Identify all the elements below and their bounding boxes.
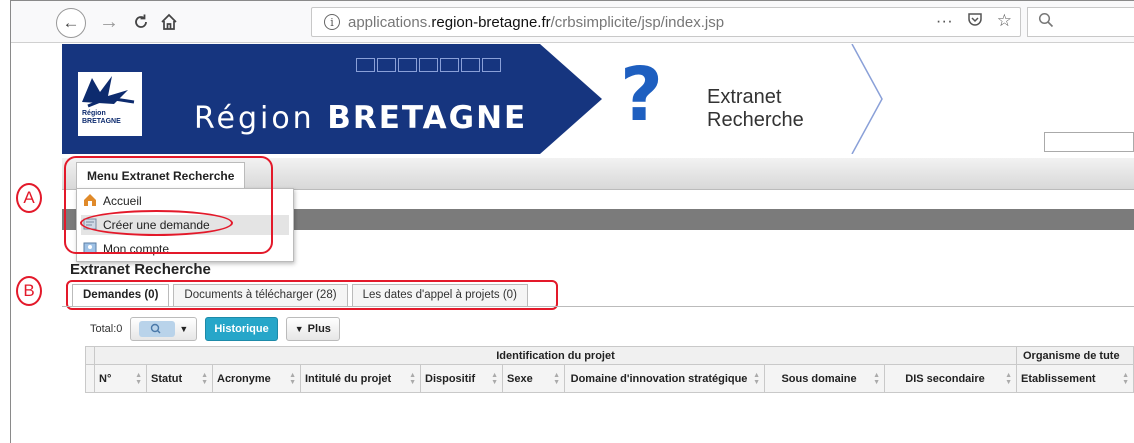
group-header-organisme: Organisme de tute (1016, 346, 1134, 365)
search-icon (139, 321, 176, 337)
column-group-row: Identification du projet Organisme de tu… (85, 346, 1134, 365)
region-title: Région BRETAGNE (194, 100, 528, 136)
reload-icon (135, 14, 147, 28)
group-header-identification: Identification du projet (94, 346, 1017, 365)
bookmark-star-icon[interactable]: ☆ (997, 11, 1012, 32)
info-icon[interactable]: i (324, 14, 340, 30)
home-icon (161, 13, 177, 30)
tab-documents[interactable]: Documents à télécharger (28) (173, 284, 348, 306)
tab-dates-appel[interactable]: Les dates d'appel à projets (0) (351, 284, 528, 306)
back-button[interactable]: ← (56, 8, 86, 38)
forward-button[interactable]: → (97, 9, 121, 35)
sort-icon: ▲ ▼ (553, 371, 560, 386)
question-mark-icon: ? (620, 52, 663, 138)
col-header-sexe[interactable]: Sexe ▲ ▼ (502, 364, 565, 393)
sort-icon: ▲ ▼ (409, 371, 416, 386)
magnifier-icon (1038, 12, 1054, 33)
requests-table: Identification du projet Organisme de tu… (85, 346, 1134, 393)
col-header-numero[interactable]: N° ▲ ▼ (94, 364, 147, 393)
col-header-intitule[interactable]: Intitulé du projet ▲ ▼ (300, 364, 421, 393)
col-header-etablissement[interactable]: Etablissement ▲ ▼ (1016, 364, 1134, 393)
col-header-domaine[interactable]: Domaine d'innovation stratégique ▲ ▼ (564, 364, 765, 393)
sort-icon: ▲ ▼ (1005, 371, 1012, 386)
col-header-dispositif[interactable]: Dispositif ▲ ▼ (420, 364, 503, 393)
search-filter-button[interactable]: ▼ (130, 317, 198, 341)
pocket-icon[interactable] (967, 11, 983, 32)
tab-divider (62, 306, 1134, 307)
sort-icon: ▲ ▼ (1122, 371, 1129, 386)
page: ← → i applications.region-bretagne.fr/cr… (0, 0, 1134, 443)
app-title: Extranet Recherche (707, 86, 804, 131)
annotation-ellipse-creer (80, 210, 233, 236)
annotation-label-a: A (16, 183, 42, 213)
historique-button[interactable]: Historique (205, 317, 278, 341)
annotation-label-b: B (16, 276, 42, 306)
grid-toolbar: Total:0 ▼ Historique ▼ Plus (90, 315, 340, 343)
logo-line-1: Région (82, 110, 106, 117)
address-bar[interactable]: i applications.region-bretagne.fr/crbsim… (311, 7, 1021, 37)
logo-line-2: BRETAGNE (82, 118, 121, 125)
reload-button[interactable] (129, 9, 153, 35)
sort-icon: ▲ ▼ (201, 371, 208, 386)
annotation-box-a (64, 156, 273, 254)
plus-button[interactable]: ▼ Plus (285, 317, 340, 341)
chevron-down-icon: ▼ (294, 324, 304, 334)
decorative-squares (356, 58, 501, 72)
col-header-sous-domaine[interactable]: Sous domaine ▲ ▼ (764, 364, 885, 393)
sort-icon: ▲ ▼ (753, 371, 760, 386)
browser-toolbar: ← → i applications.region-bretagne.fr/cr… (11, 1, 1134, 43)
tab-demandes[interactable]: Demandes (0) (72, 284, 170, 306)
sort-icon: ▲ ▼ (873, 371, 880, 386)
col-header-dis-secondaire[interactable]: DIS secondaire ▲ ▼ (884, 364, 1017, 393)
page-title: Extranet Recherche (70, 261, 211, 278)
url-text: applications.region-bretagne.fr/crbsimpl… (348, 14, 725, 31)
browser-search-bar[interactable] (1027, 7, 1134, 37)
site-banner: Région BRETAGNE Région BRETAGNE ? Extrane… (62, 44, 1134, 154)
region-logo[interactable]: Région BRETAGNE (78, 72, 142, 136)
sort-icon: ▲ ▼ (289, 371, 296, 386)
sort-icon: ▲ ▼ (135, 371, 142, 386)
banner-background (62, 44, 883, 154)
home-button[interactable] (157, 9, 181, 35)
col-header-statut[interactable]: Statut ▲ ▼ (146, 364, 213, 393)
column-header-row: N° ▲ ▼ Statut ▲ ▼ Acronyme ▲ ▼ Intitulé du pro… (85, 364, 1134, 393)
chevron-down-icon: ▼ (179, 324, 189, 334)
more-actions-icon[interactable]: ··· (936, 11, 953, 32)
banner-search-input[interactable] (1044, 132, 1134, 152)
col-header-acronyme[interactable]: Acronyme ▲ ▼ (212, 364, 301, 393)
total-count: Total:0 (90, 323, 123, 335)
content-tabs: Demandes (0) Documents à télécharger (28… (72, 284, 532, 306)
ermine-logo-icon (82, 76, 135, 108)
sort-icon: ▲ ▼ (491, 371, 498, 386)
